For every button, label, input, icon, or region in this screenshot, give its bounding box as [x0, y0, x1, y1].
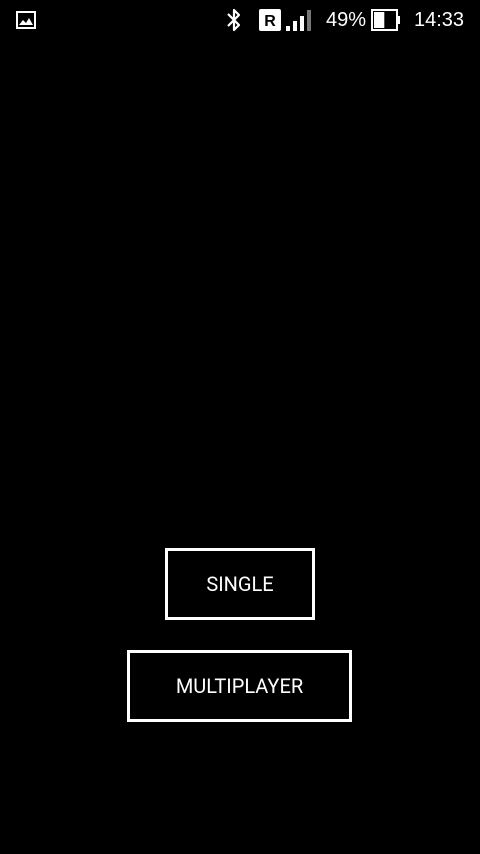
battery-percent: 49% — [326, 8, 367, 31]
clock-time: 14:33 — [414, 8, 465, 31]
roaming-label: R — [264, 13, 276, 30]
single-button[interactable]: SINGLE — [165, 548, 315, 620]
bluetooth-icon — [224, 0, 244, 40]
status-bar: R 49% 14:33 — [0, 0, 480, 40]
multiplayer-button[interactable]: MULTIPLAYER — [127, 650, 352, 722]
roaming-icon: R — [259, 0, 281, 40]
gallery-icon — [16, 0, 36, 40]
battery-icon — [371, 0, 401, 40]
signal-icon — [285, 0, 313, 40]
